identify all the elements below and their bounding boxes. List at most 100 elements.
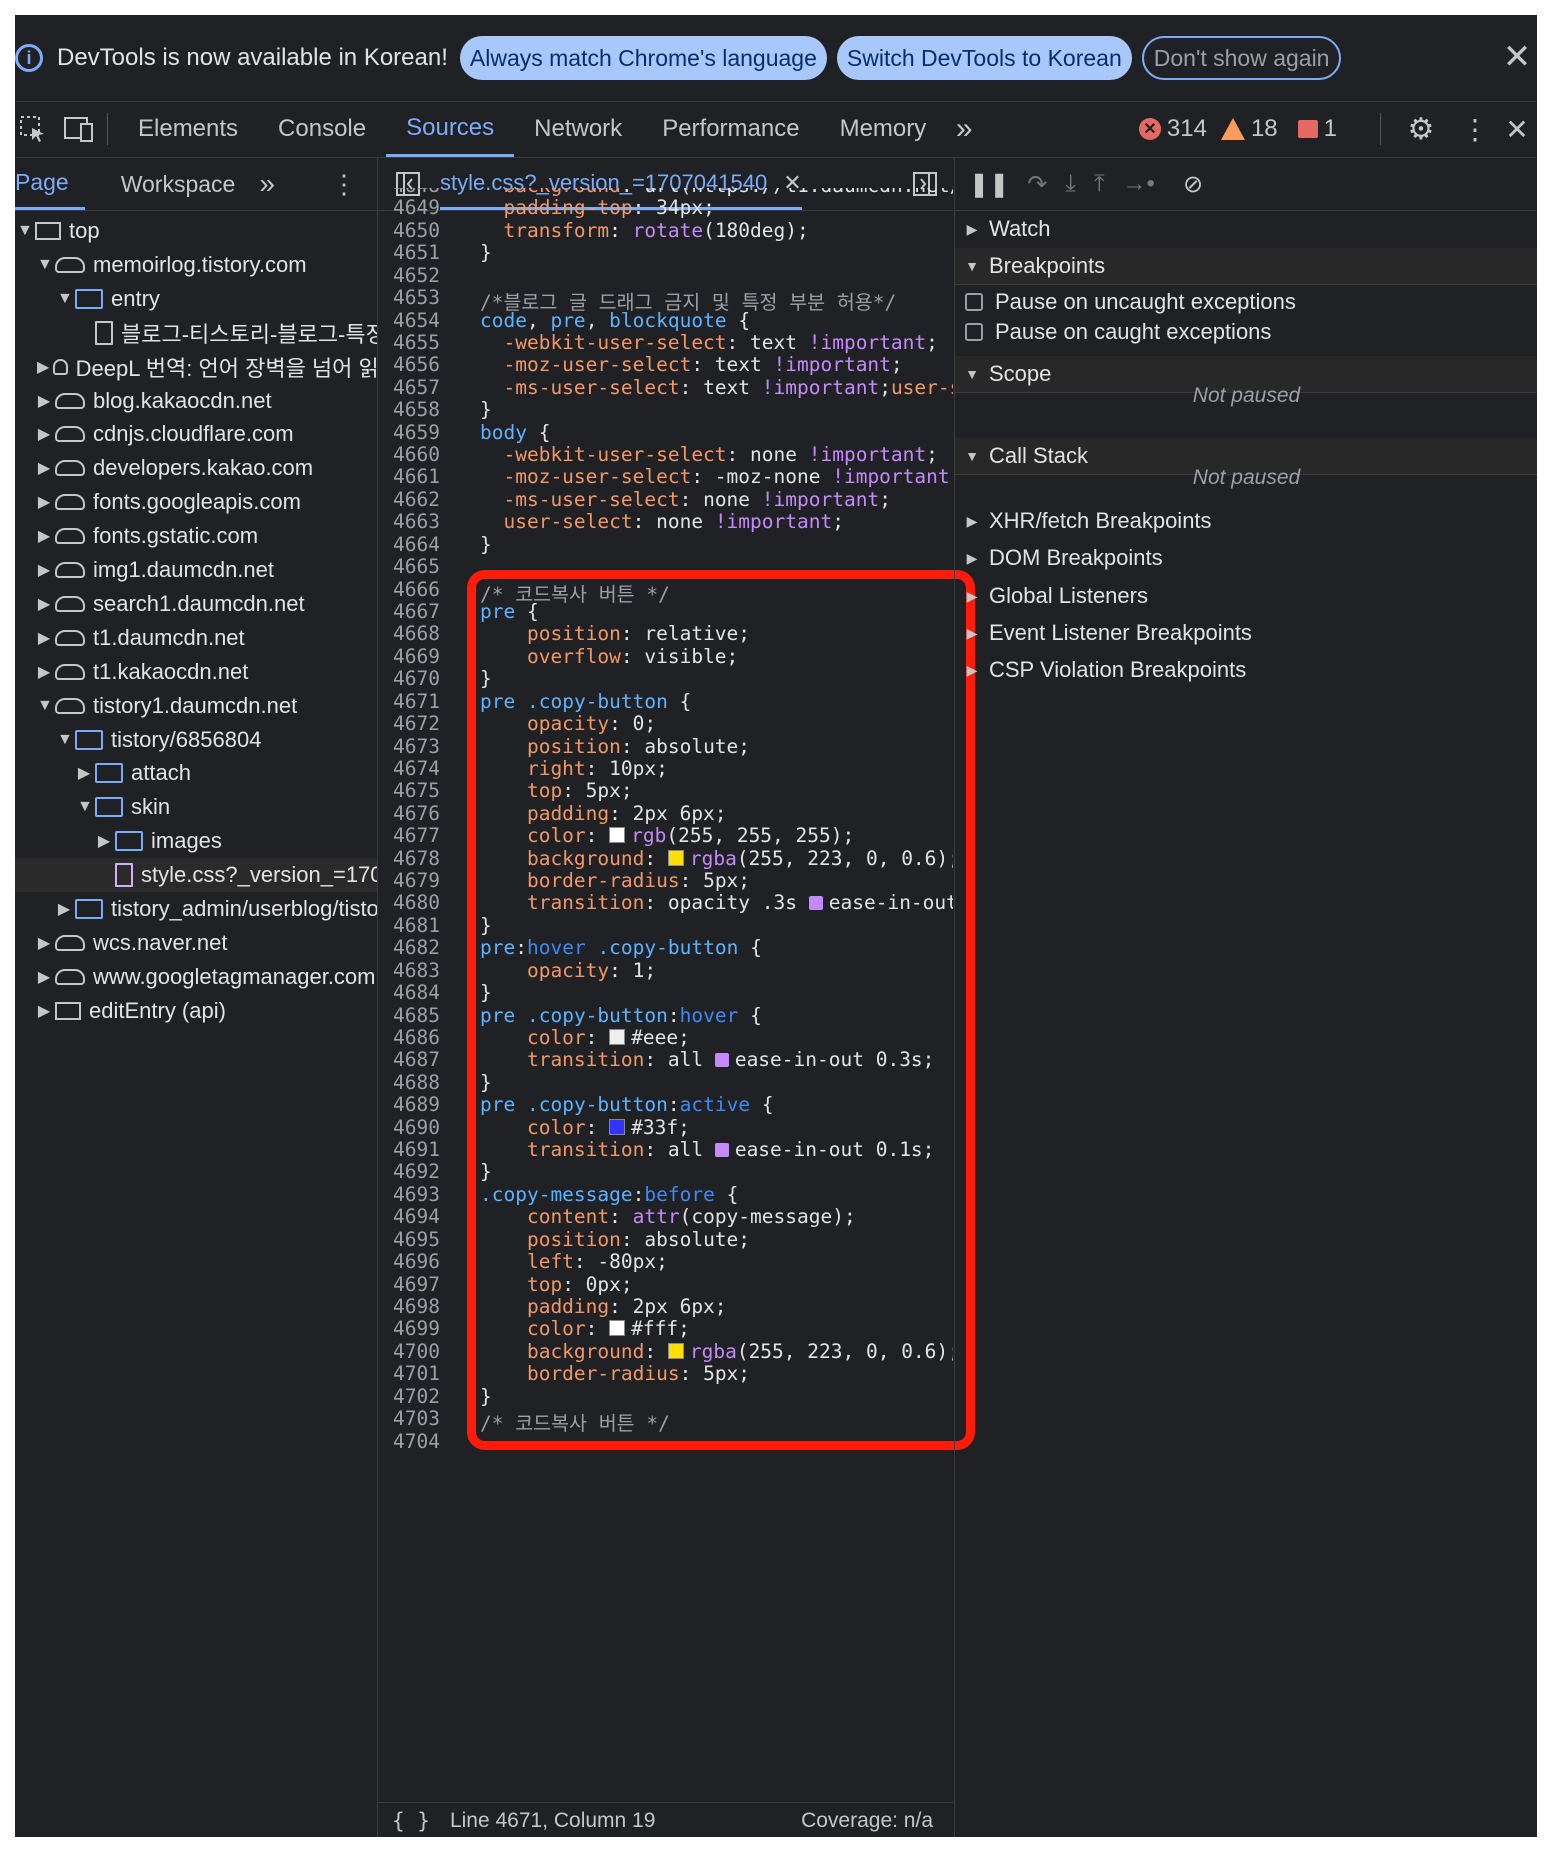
line-number[interactable]: 4699 bbox=[378, 1317, 440, 1340]
collapsed-arrow-icon[interactable]: ▶ bbox=[37, 594, 51, 614]
line-number[interactable]: 4704 bbox=[378, 1430, 440, 1453]
code-line[interactable]: 4680 transition: opacity .3s ease-in-out… bbox=[378, 891, 953, 914]
line-number[interactable]: 4701 bbox=[378, 1362, 440, 1385]
easing-editor-icon[interactable] bbox=[714, 1143, 729, 1158]
code-line[interactable]: 4673 position: absolute; bbox=[378, 735, 953, 758]
collapsed-arrow-icon[interactable]: ▶ bbox=[37, 357, 49, 377]
code-line[interactable]: 4667 pre { bbox=[378, 600, 953, 623]
line-number[interactable]: 4690 bbox=[378, 1116, 440, 1139]
section-xhr-fetch-breakpoints[interactable]: ▶ XHR/fetch Breakpoints bbox=[955, 503, 1537, 539]
line-number[interactable]: 4651 bbox=[378, 241, 440, 264]
device-toolbar-icon[interactable] bbox=[61, 111, 97, 147]
always-match-language-button[interactable]: Always match Chrome's language bbox=[459, 36, 827, 80]
line-number[interactable]: 4688 bbox=[378, 1071, 440, 1094]
line-number[interactable]: 4663 bbox=[378, 510, 440, 533]
line-number[interactable]: 4679 bbox=[378, 869, 440, 892]
code-line[interactable]: 4704 bbox=[378, 1430, 953, 1453]
more-navigator-tabs-icon[interactable]: » bbox=[251, 158, 291, 210]
code-line[interactable]: 4700 background: rgba(255, 223, 0, 0.6); bbox=[378, 1340, 953, 1363]
line-number[interactable]: 4671 bbox=[378, 690, 440, 713]
code-line[interactable]: 4697 top: 0px; bbox=[378, 1273, 953, 1296]
tab-page[interactable]: Page bbox=[15, 158, 85, 210]
tab-performance[interactable]: Performance bbox=[642, 101, 819, 157]
collapsed-arrow-icon[interactable]: ▶ bbox=[37, 391, 51, 411]
step-into-icon[interactable]: ⤓ bbox=[1065, 170, 1076, 198]
code-line[interactable]: 4650 transform: rotate(180deg); bbox=[378, 219, 953, 242]
line-number[interactable]: 4697 bbox=[378, 1273, 440, 1296]
line-number[interactable]: 4666 bbox=[378, 578, 440, 601]
section-global-listeners[interactable]: ▶ Global Listeners bbox=[955, 578, 1537, 614]
tree-item[interactable]: ▼ memoirlog.tistory.com bbox=[15, 248, 377, 282]
tab-workspace[interactable]: Workspace bbox=[105, 158, 252, 210]
line-number[interactable]: 4667 bbox=[378, 600, 440, 623]
line-number[interactable]: 4682 bbox=[378, 936, 440, 959]
code-line[interactable]: 4684} bbox=[378, 981, 953, 1004]
collapsed-arrow-icon[interactable]: ▶ bbox=[37, 560, 51, 580]
collapsed-arrow-icon[interactable]: ▶ bbox=[37, 967, 51, 987]
line-number[interactable]: 4692 bbox=[378, 1160, 440, 1183]
code-line[interactable]: 4670} bbox=[378, 667, 953, 690]
code-line[interactable]: 4698 padding: 2px 6px; bbox=[378, 1295, 953, 1318]
more-options-icon[interactable]: ⋮ bbox=[1457, 111, 1493, 147]
tree-item[interactable]: ▶ attach bbox=[15, 756, 377, 790]
line-number[interactable]: 4703 bbox=[378, 1407, 440, 1430]
pause-on-uncaught-checkbox[interactable]: Pause on uncaught exceptions bbox=[965, 287, 1296, 317]
code-line[interactable]: 4702} bbox=[378, 1385, 953, 1408]
tree-item[interactable]: ▶ fonts.googleapis.com bbox=[15, 485, 377, 519]
tab-console[interactable]: Console bbox=[258, 101, 386, 157]
tree-item[interactable]: style.css?_version_=1707 bbox=[15, 858, 377, 893]
collapsed-arrow-icon[interactable]: ▶ bbox=[37, 526, 51, 546]
line-number[interactable]: 4685 bbox=[378, 1004, 440, 1027]
collapsed-arrow-icon[interactable]: ▶ bbox=[37, 628, 51, 648]
line-number[interactable]: 4689 bbox=[378, 1093, 440, 1116]
line-number[interactable]: 4675 bbox=[378, 779, 440, 802]
color-swatch-icon[interactable] bbox=[667, 1342, 684, 1359]
color-swatch-icon[interactable] bbox=[609, 1028, 626, 1045]
code-line[interactable]: 4692} bbox=[378, 1160, 953, 1183]
tree-item[interactable]: ▶ images bbox=[15, 824, 377, 858]
line-number[interactable]: 4668 bbox=[378, 622, 440, 645]
dont-show-again-button[interactable]: Don't show again bbox=[1141, 36, 1342, 80]
line-number[interactable]: 4691 bbox=[378, 1138, 440, 1161]
color-swatch-icon[interactable] bbox=[609, 1320, 626, 1337]
tree-item[interactable]: ▶ editEntry (api) bbox=[15, 994, 377, 1028]
issue-counters[interactable]: ✕ 314 18 1 bbox=[1138, 101, 1337, 157]
pretty-print-icon[interactable]: { } bbox=[392, 1809, 430, 1833]
code-line[interactable]: 4691 transition: all ease-in-out 0.1s; bbox=[378, 1138, 953, 1161]
line-number[interactable]: 4656 bbox=[378, 353, 440, 376]
code-line[interactable]: 4661 -moz-user-select: -moz-none !import… bbox=[378, 465, 953, 488]
code-line[interactable]: 4690 color: #33f; bbox=[378, 1116, 953, 1139]
code-line[interactable]: 4689 pre .copy-button:active { bbox=[378, 1093, 953, 1116]
code-line[interactable]: 4679 border-radius: 5px; bbox=[378, 869, 953, 892]
expanded-arrow-icon[interactable]: ▼ bbox=[17, 222, 33, 240]
line-number[interactable]: 4696 bbox=[378, 1250, 440, 1273]
code-line[interactable]: 4656 -moz-user-select: text !important; bbox=[378, 353, 953, 376]
deactivate-breakpoints-icon[interactable]: ⊘ bbox=[1183, 170, 1203, 199]
easing-editor-icon[interactable] bbox=[714, 1053, 729, 1068]
pause-resume-icon[interactable]: ❚❚ bbox=[969, 170, 1009, 199]
tree-item[interactable]: ▶ blog.kakaocdn.net bbox=[15, 384, 377, 418]
section-watch[interactable]: ▶ Watch bbox=[955, 211, 1537, 247]
tree-item[interactable]: ▶ DeepL 번역: 언어 장벽을 넘어 읽기 bbox=[15, 350, 377, 384]
code-line[interactable]: 4696 left: -80px; bbox=[378, 1250, 953, 1273]
line-number[interactable]: 4695 bbox=[378, 1228, 440, 1251]
code-line[interactable]: 4674 right: 10px; bbox=[378, 757, 953, 780]
collapsed-arrow-icon[interactable]: ▶ bbox=[57, 899, 71, 919]
line-number[interactable]: 4678 bbox=[378, 847, 440, 870]
line-number[interactable]: 4654 bbox=[378, 309, 440, 332]
line-number[interactable]: 4650 bbox=[378, 219, 440, 242]
color-swatch-icon[interactable] bbox=[609, 827, 626, 844]
line-number[interactable]: 4683 bbox=[378, 959, 440, 982]
collapsed-arrow-icon[interactable]: ▶ bbox=[77, 763, 91, 783]
line-number[interactable]: 4669 bbox=[378, 645, 440, 668]
code-line[interactable]: 4648 background: url(https://t1.daumcdn.… bbox=[378, 188, 953, 197]
step-over-icon[interactable]: ↷ bbox=[1027, 170, 1047, 199]
code-line[interactable]: 4655 -webkit-user-select: text !importan… bbox=[378, 331, 953, 354]
code-line[interactable]: 4695 position: absolute; bbox=[378, 1228, 953, 1251]
close-devtools-icon[interactable]: ✕ bbox=[1499, 111, 1535, 147]
code-line[interactable]: 4659 body { bbox=[378, 421, 953, 444]
code-line[interactable]: 4651} bbox=[378, 241, 953, 264]
line-number[interactable]: 4662 bbox=[378, 488, 440, 511]
tab-sources[interactable]: Sources bbox=[386, 101, 515, 157]
color-swatch-icon[interactable] bbox=[609, 1118, 626, 1135]
